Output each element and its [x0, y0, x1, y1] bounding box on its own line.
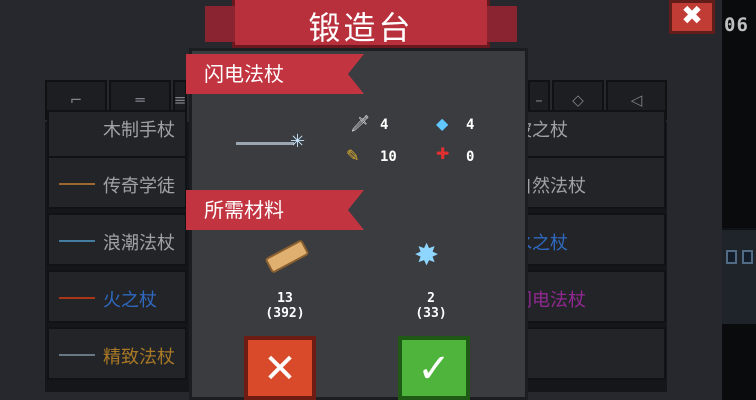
damage-value: 4: [380, 117, 389, 133]
crit-icon: ✎: [346, 146, 360, 165]
crit-value: 10: [380, 149, 397, 165]
banner-ear: [205, 6, 235, 42]
banner-ear: [487, 6, 517, 42]
materials-ribbon: 所需材料: [186, 190, 364, 230]
title-banner: 锻造台: [205, 0, 517, 48]
close-button[interactable]: ✖: [669, 0, 715, 34]
cancel-button[interactable]: ✕: [244, 336, 316, 400]
material-stock: (392): [265, 306, 305, 321]
material-amount: 2: [427, 291, 435, 306]
page-title: 锻造台: [308, 9, 414, 47]
crosshair-icon: ✚: [436, 144, 450, 163]
spark-icon: ✳: [290, 131, 306, 152]
weapon-name-ribbon: 闪电法杖: [186, 54, 364, 94]
spread-value: 0: [466, 149, 475, 165]
energy-value: 4: [466, 117, 475, 133]
crystal-shard-icon: ✸: [414, 238, 440, 273]
material-wood-count: 13 (392): [250, 291, 320, 321]
confirm-button[interactable]: ✓: [398, 336, 470, 400]
sword-icon: 🗡: [350, 114, 371, 133]
material-amount: 13: [277, 291, 293, 306]
material-shard-count: 2 (33): [396, 291, 466, 321]
diamond-icon: ◆: [436, 114, 449, 133]
lightning-staff-icon: [236, 142, 294, 145]
material-stock: (33): [415, 306, 447, 321]
